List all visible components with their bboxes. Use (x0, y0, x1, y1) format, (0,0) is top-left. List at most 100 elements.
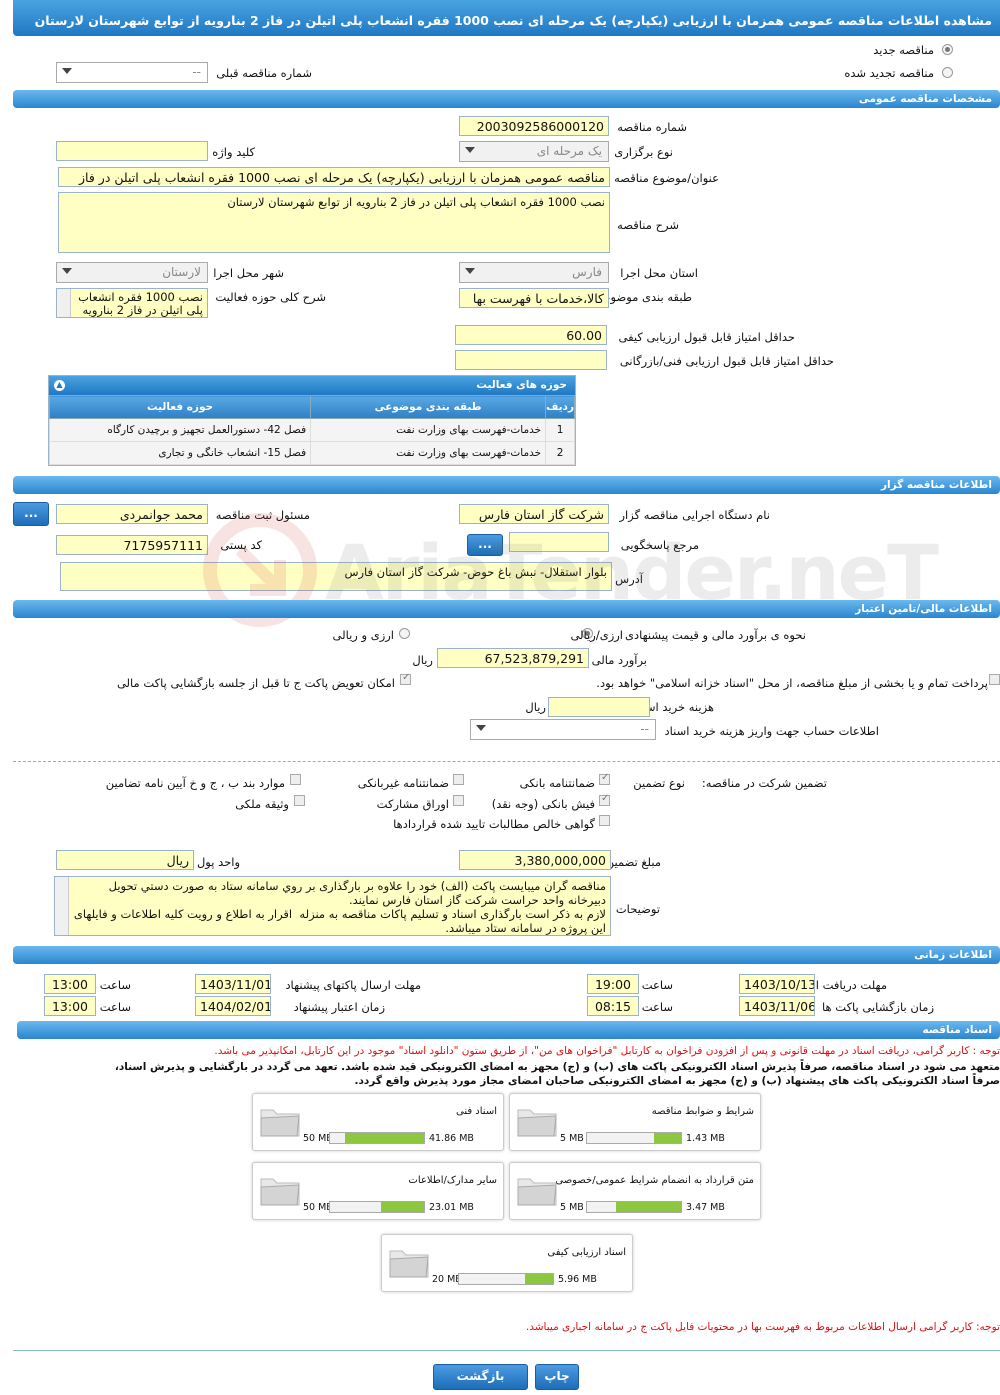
province-select[interactable]: فارس (459, 262, 609, 283)
docs-note-pricelist: توجه: کاربر گرامی ارسال اطلاعات مربوط به… (525, 1321, 1000, 1333)
prev-number-label: شماره مناقصه قبلی (216, 66, 312, 80)
file-size-bar-fill (345, 1133, 424, 1143)
city-label: شهر محل اجرا (213, 266, 284, 280)
file-size-bar-fill (653, 1133, 681, 1143)
activity-field[interactable]: نصب 1000 فقره انشعاب پلی اتیلن در فاز 2 … (56, 288, 208, 318)
file-size: 1.43 MB (686, 1133, 725, 1144)
open-label: زمان بازگشایی پاکت ها (822, 1000, 934, 1014)
bank-receipt-label: فیش بانکی (وجه نقد) (491, 797, 595, 811)
estimate-field[interactable]: 67,523,879,291 (437, 648, 589, 668)
bank-guarantee-checkbox[interactable] (599, 772, 610, 785)
chevron-down-icon (476, 725, 486, 731)
open-date[interactable]: 1403/11/06 (739, 996, 815, 1016)
subject-field[interactable]: مناقصه عمومی همزمان با ارزیابی (یکپارچه)… (58, 167, 610, 187)
prev-number-value: -- (192, 65, 201, 79)
doc-receive-date[interactable]: 1403/10/13 (739, 974, 815, 994)
min-quality-field[interactable]: 60.00 (455, 325, 607, 345)
valid-time[interactable]: 13:00 (44, 996, 96, 1016)
docs-note-download: توجه : کاربر گرامی، دریافت اسناد در مهلت… (214, 1045, 1000, 1057)
file-size-bar (329, 1201, 425, 1213)
send-date[interactable]: 1403/11/01 (195, 974, 271, 994)
valid-date[interactable]: 1404/02/01 (195, 996, 271, 1016)
fx-rial-radio[interactable] (399, 628, 410, 639)
activity-table: حوزه های فعالیت ▲ ردیف طبقه بندی موضوعی حوز… (48, 375, 576, 466)
unit-label: واحد پول (196, 855, 240, 869)
swap-checkbox[interactable] (400, 672, 411, 685)
guarantee-amount-field[interactable]: 3,380,000,000 (459, 850, 611, 870)
min-tech-label: حداقل امتیاز قابل قبول ارزیابی فنی/بازرگ… (619, 354, 834, 368)
row-index: 1 (545, 418, 575, 442)
chevron-down-icon (465, 147, 475, 153)
registrar-lookup-button[interactable]: ... (13, 502, 49, 526)
account-select[interactable]: -- (470, 719, 656, 740)
row-activity: فصل 15- انشعاب خانگی و تجاری (48, 441, 312, 465)
city-select[interactable]: لارستان (56, 262, 208, 283)
row-index: 2 (545, 441, 575, 465)
doc-receive-time[interactable]: 19:00 (587, 974, 639, 994)
row-activity: فصل 42- دستورالعمل تجهیز و برچیدن کارگاه (48, 418, 312, 442)
property-label: وثیقه ملکی (235, 797, 289, 811)
collapse-icon[interactable]: ▲ (54, 380, 65, 391)
file-max-size: 5 MB (560, 1133, 584, 1144)
file-size: 23.01 MB (429, 1202, 474, 1213)
activity-table-title: حوزه های فعالیت (476, 379, 567, 391)
file-card[interactable]: متن قرارداد به انضمام شرایط عمومی/خصوصی 5… (509, 1162, 761, 1220)
file-card[interactable]: اسناد فنی 50 MB 41.86 MB (252, 1093, 504, 1151)
registrar-field[interactable]: محمد جوانمردی (56, 504, 208, 524)
province-value: فارس (572, 265, 602, 279)
nonbank-guarantee-checkbox[interactable] (453, 774, 464, 785)
type-label: نوع برگزاری (614, 145, 673, 159)
tender-number-field[interactable]: 2003092586000120 (459, 116, 609, 136)
file-card[interactable]: سایر مدارک/اطلاعات 50 MB 23.01 MB (252, 1162, 504, 1220)
notes-field[interactable]: مناقصه گران میبایست پاکت (الف) خود را عل… (54, 876, 611, 936)
doc-cost-field[interactable] (548, 697, 650, 717)
file-card[interactable]: اسناد ارزیابی کیفی 20 MB 5.96 MB (381, 1234, 633, 1292)
open-time[interactable]: 08:15 (587, 996, 639, 1016)
renewed-tender-radio[interactable] (942, 67, 953, 78)
category-field[interactable]: کالا،خدمات با فهرست بها (459, 288, 609, 308)
col-header-row: ردیف (545, 395, 575, 419)
bonds-checkbox[interactable] (453, 795, 464, 806)
desc-field[interactable]: نصب 1000 فقره انشعاب پلی اتیلن در فاز 2 … (58, 192, 610, 253)
organizer-section-header: اطلاعات مناقصه گزار (13, 476, 1000, 494)
bank-receipt-checkbox[interactable] (599, 793, 610, 806)
type-select[interactable]: یک مرحله ای (459, 141, 609, 162)
file-name: سایر مدارک/اطلاعات (408, 1175, 497, 1186)
min-tech-field[interactable] (455, 350, 607, 370)
postal-field[interactable]: 7175957111 (56, 535, 208, 555)
city-value: لارستان (162, 265, 201, 279)
print-button[interactable]: چاپ (535, 1364, 579, 1390)
unit-field[interactable]: ریال (56, 850, 194, 870)
desc-label: شرح مناقصه (617, 218, 679, 232)
general-section-header: مشخصات مناقصه عمومی (13, 90, 1000, 108)
prev-number-select[interactable]: -- (56, 62, 208, 83)
file-name: اسناد فنی (456, 1106, 497, 1117)
scrollbar[interactable] (55, 877, 69, 935)
file-size: 41.86 MB (429, 1133, 474, 1144)
treasury-checkbox[interactable] (989, 674, 1000, 685)
send-time[interactable]: 13:00 (44, 974, 96, 994)
ref-lookup-button[interactable]: ... (467, 534, 503, 556)
table-row: 2 خدمات-فهرست بهای وزارت نفت فصل 15- انشعا… (48, 441, 575, 465)
keyword-label: کلید واژه (212, 145, 255, 159)
org-field[interactable]: شرکت گاز استان فارس (459, 504, 609, 524)
file-size: 5.96 MB (558, 1274, 597, 1285)
divider (13, 1350, 1000, 1351)
keyword-field[interactable] (56, 141, 208, 161)
property-checkbox[interactable] (294, 795, 305, 806)
net-claims-checkbox[interactable] (599, 815, 610, 826)
folder-icon (260, 1178, 300, 1206)
folder-icon (517, 1109, 557, 1137)
page-title: مشاهده اطلاعات مناقصه عمومی همزمان با ار… (13, 0, 1000, 36)
time-label: ساعت (641, 978, 673, 992)
folder-icon (260, 1109, 300, 1137)
valid-label: زمان اعتبار پیشنهاد (293, 1000, 385, 1014)
scrollbar[interactable] (57, 289, 71, 317)
ref-field[interactable] (509, 532, 609, 552)
clause-items-checkbox[interactable] (290, 774, 301, 785)
file-card[interactable]: شرایط و ضوابط مناقصه 5 MB 1.43 MB (509, 1093, 761, 1151)
address-field[interactable]: بلوار استقلال- نبش باغ حوض- شرکت گاز است… (60, 562, 612, 591)
activity-value: نصب 1000 فقره انشعاب پلی اتیلن در فاز 2 … (78, 290, 203, 317)
new-tender-radio[interactable] (942, 44, 953, 55)
back-button[interactable]: بازگشت (433, 1364, 528, 1390)
